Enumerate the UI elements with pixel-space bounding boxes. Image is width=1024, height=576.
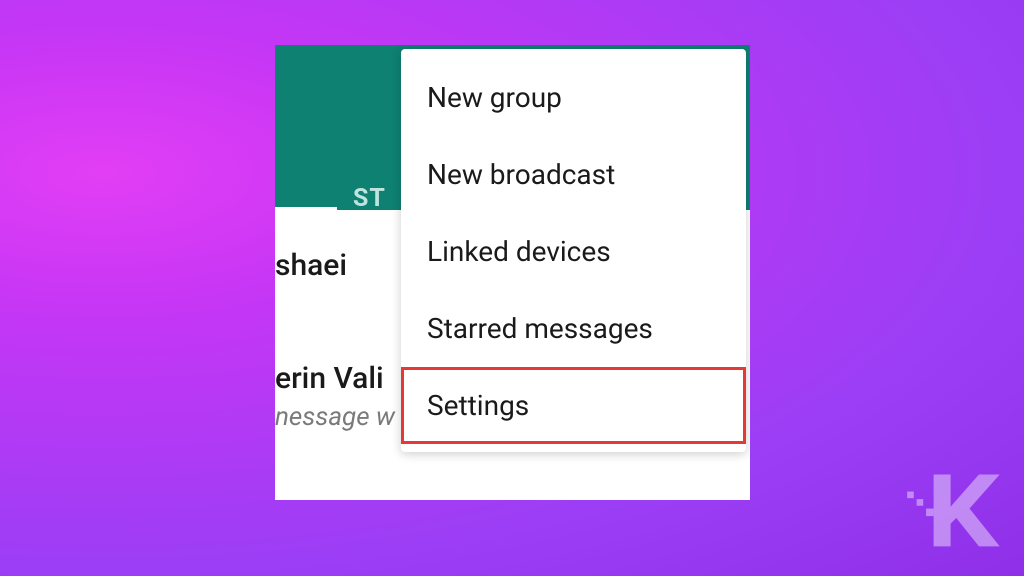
overflow-menu: New group New broadcast Linked devices S… (401, 49, 746, 452)
app-screenshot: ST shaei erin Vali nessage w New group N… (275, 45, 750, 500)
menu-item-settings[interactable]: Settings (401, 367, 746, 444)
tab-status-partial[interactable]: ST (353, 184, 386, 213)
menu-item-starred-messages[interactable]: Starred messages (401, 290, 746, 367)
chat-name-partial: shaei (275, 248, 347, 283)
menu-item-new-group[interactable]: New group (401, 59, 746, 136)
menu-item-linked-devices[interactable]: Linked devices (401, 213, 746, 290)
menu-item-new-broadcast[interactable]: New broadcast (401, 136, 746, 213)
watermark-logo (905, 467, 1000, 552)
